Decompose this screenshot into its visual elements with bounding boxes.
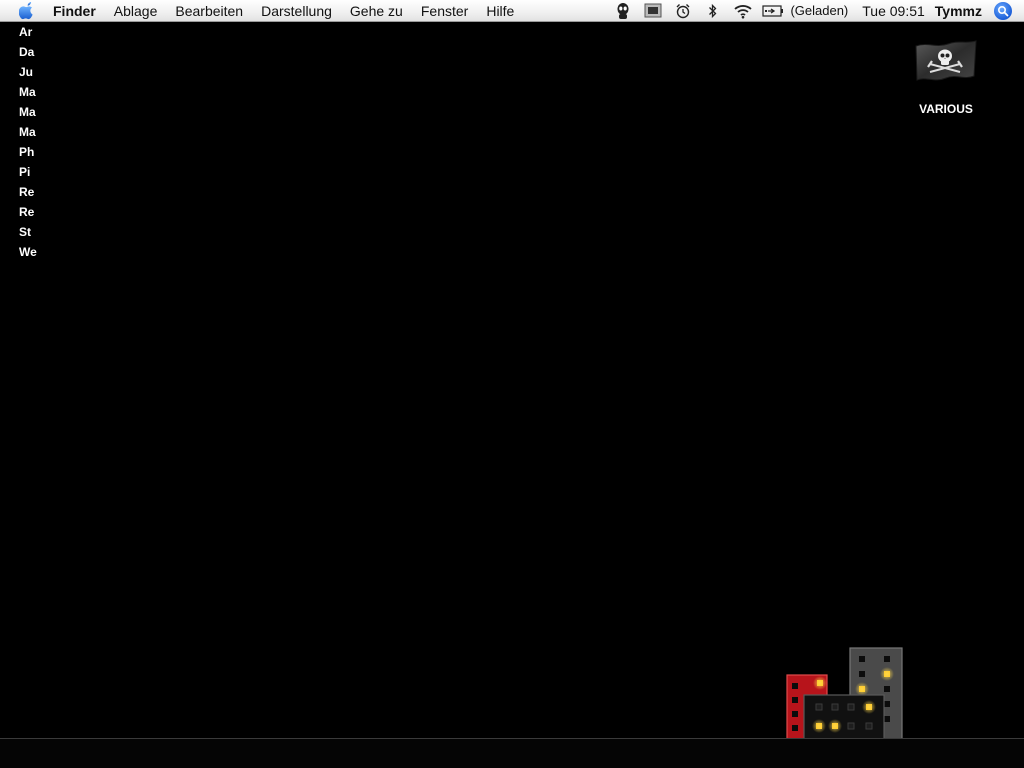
desktop-item[interactable]: Re [19,184,37,204]
desktop-item[interactable]: Re [19,204,37,224]
desktop-item-list: Ar Da Ju Ma Ma Ma Ph Pi Re Re St We [19,24,37,264]
menu-bar: Finder Ablage Bearbeiten Darstellung Geh… [0,0,1024,22]
menu-ablage[interactable]: Ablage [105,0,167,22]
screen-icon[interactable] [642,0,664,22]
menu-darstellung[interactable]: Darstellung [252,0,341,22]
desktop-item[interactable]: Ar [19,24,37,44]
desktop-item[interactable]: Ma [19,84,37,104]
desktop-item[interactable]: Pi [19,164,37,184]
desktop-item[interactable]: Ma [19,104,37,124]
alien-icon[interactable] [612,0,634,22]
menu-finder[interactable]: Finder [45,0,105,22]
user-menu[interactable]: Tymmz [935,3,982,19]
desktop-item[interactable]: Ju [19,64,37,84]
menu-gehe-zu[interactable]: Gehe zu [341,0,412,22]
dock [0,739,1024,768]
desktop-item[interactable]: Da [19,44,37,64]
desktop-item[interactable]: Ma [19,124,37,144]
alarm-clock-icon[interactable] [672,0,694,22]
menu-hilfe[interactable]: Hilfe [477,0,523,22]
desktop-folder-label: VARIOUS [919,102,973,116]
desktop: Finder Ablage Bearbeiten Darstellung Geh… [0,0,1024,768]
desktop-folder-various[interactable]: VARIOUS [906,38,986,116]
bluetooth-icon[interactable] [702,0,724,22]
pirate-flag-icon [914,38,978,88]
battery-status[interactable]: (Geladen) [790,3,848,18]
wifi-icon[interactable] [732,0,754,22]
city-buildings-icon [784,645,908,741]
search-icon[interactable] [994,1,1012,20]
menu-bearbeiten[interactable]: Bearbeiten [166,0,252,22]
desktop-item[interactable]: Ph [19,144,37,164]
apple-icon[interactable] [17,0,37,22]
menu-fenster[interactable]: Fenster [412,0,477,22]
desktop-item[interactable]: St [19,224,37,244]
desktop-item[interactable]: We [19,244,37,264]
menu-clock[interactable]: Tue 09:51 [862,3,925,19]
battery-icon[interactable] [762,0,784,22]
